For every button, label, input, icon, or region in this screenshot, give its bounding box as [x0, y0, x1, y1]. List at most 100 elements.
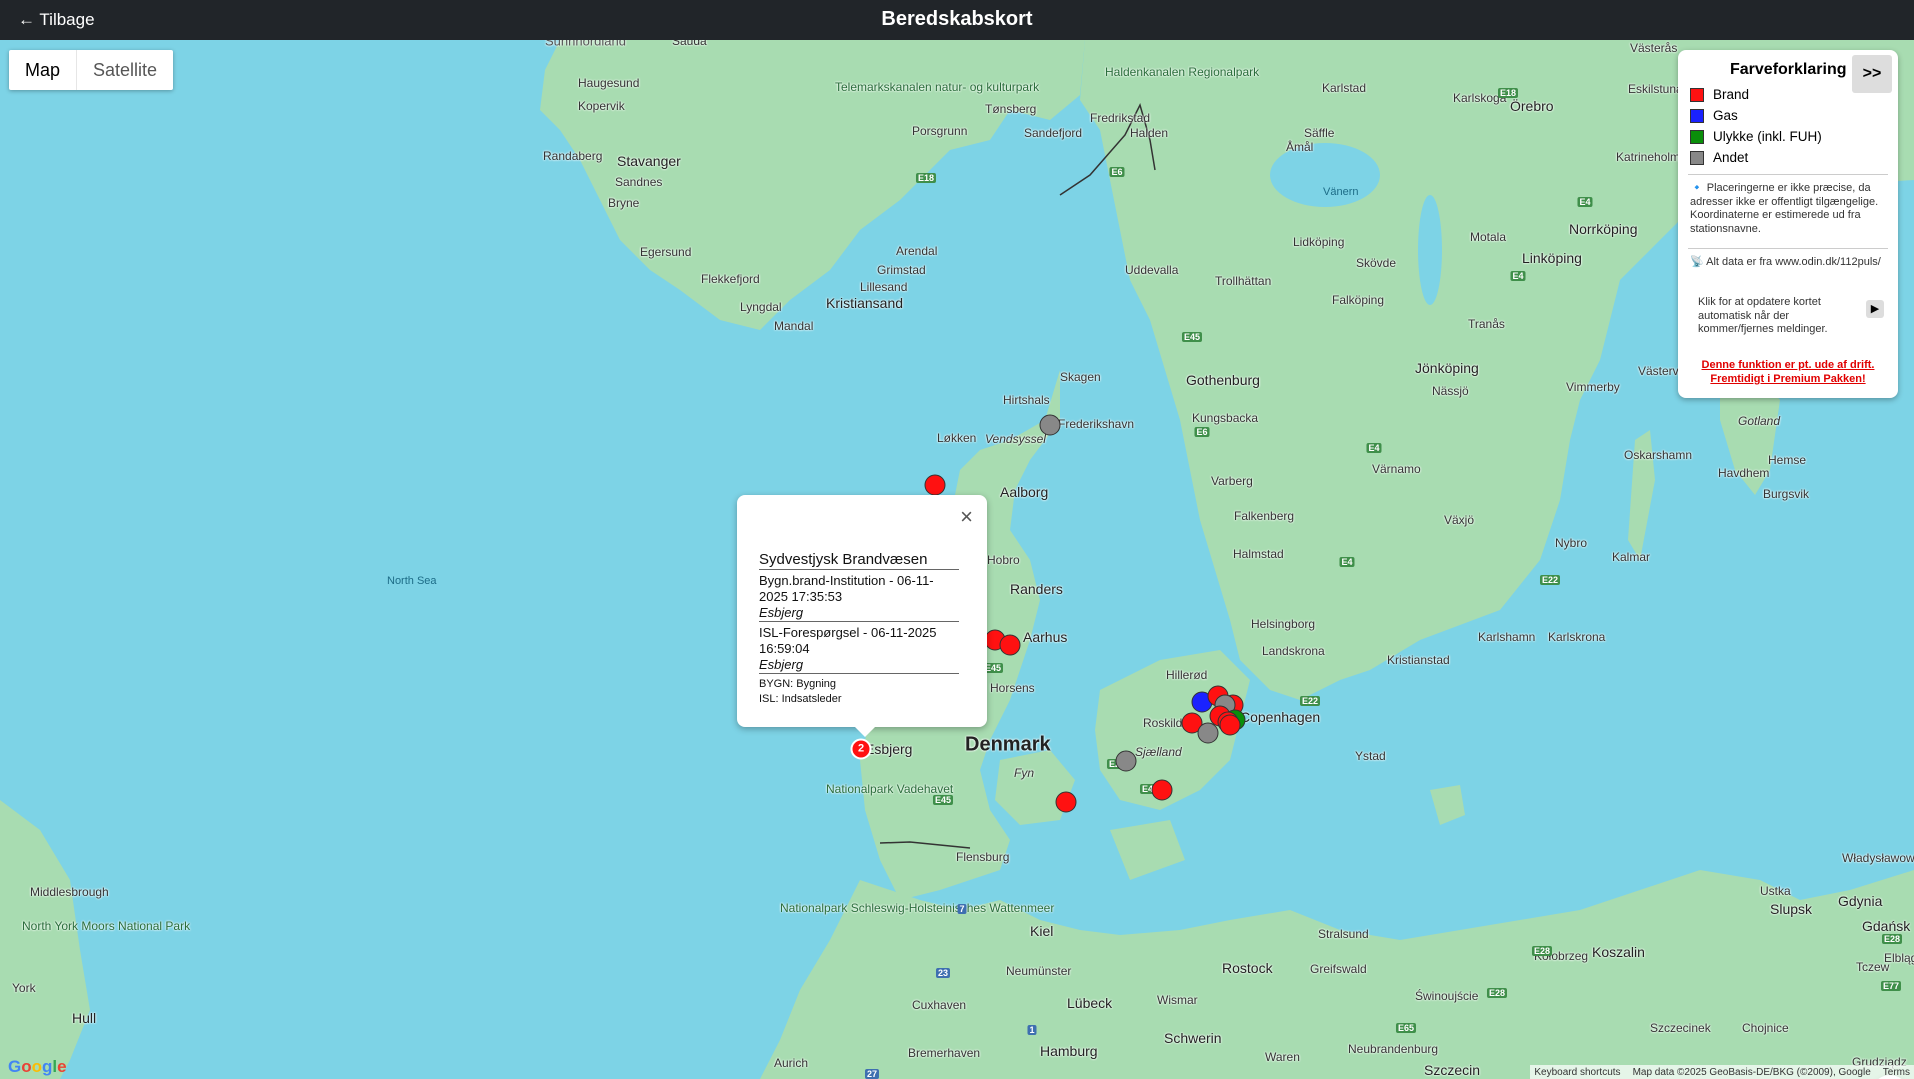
auto-refresh-text: Klik for at opdatere kortet automatisk n…	[1698, 296, 1828, 335]
place-label: Szczecinek	[1650, 1021, 1711, 1035]
popup-station-title: Sydvestjysk Brandvæsen	[759, 551, 959, 570]
place-label: Stralsund	[1318, 927, 1369, 941]
place-label: Fredrikstad	[1090, 111, 1151, 125]
cluster-badge[interactable]: 2	[850, 738, 872, 760]
incident-marker-andet[interactable]	[1197, 722, 1219, 744]
place-label: Flekkefjord	[701, 272, 760, 286]
legend-item-brand: Brand	[1690, 84, 1822, 105]
road-shield: E4	[1510, 271, 1526, 281]
premium-notice: Denne funktion er pt. ude af drift. Frem…	[1701, 359, 1875, 385]
place-label: Landskrona	[1262, 644, 1325, 658]
legend-source-note: 📡 Alt data er fra www.odin.dk/112puls/	[1690, 256, 1881, 268]
keyboard-shortcuts-link[interactable]: Keyboard shortcuts	[1534, 1067, 1620, 1078]
place-label: Varberg	[1211, 474, 1253, 488]
popup-code: BYGN: Bygning	[759, 678, 837, 690]
place-label: Värnamo	[1372, 462, 1421, 476]
place-label: Schwerin	[1164, 1030, 1222, 1046]
place-label: Sauda	[672, 40, 707, 48]
road-shield: E65	[1395, 1023, 1417, 1033]
legend-precision-note: 🔹 Placeringerne er ikke præcise, da adre…	[1690, 182, 1879, 235]
place-label: Wismar	[1157, 993, 1198, 1007]
google-logo-g: G	[8, 1057, 22, 1076]
place-label: Mandal	[774, 319, 814, 333]
place-label: Falköping	[1332, 293, 1385, 307]
incident-marker-andet[interactable]	[1039, 414, 1061, 436]
place-label: Åmål	[1286, 140, 1314, 154]
place-label: Haugesund	[578, 76, 640, 90]
incident-marker-brand[interactable]	[1151, 779, 1173, 801]
place-label: Copenhagen	[1240, 709, 1321, 725]
place-label: Skagen	[1060, 370, 1101, 384]
auto-refresh-play-button[interactable]: ▶	[1866, 300, 1884, 318]
legend-title: Farveforklaring	[1730, 61, 1847, 78]
place-label: Sandefjord	[1024, 126, 1083, 140]
legend-swatch-green	[1690, 129, 1704, 144]
close-icon[interactable]: ×	[960, 506, 973, 528]
incident-marker-brand[interactable]	[1055, 791, 1077, 813]
place-label: Randers	[1010, 581, 1063, 597]
place-label: Skövde	[1356, 256, 1397, 270]
place-label: York	[12, 981, 36, 995]
place-label: Gdynia	[1838, 893, 1883, 909]
incident-marker-brand[interactable]	[1219, 714, 1241, 736]
place-label: Randaberg	[543, 149, 603, 163]
place-label: Aarhus	[1023, 629, 1068, 645]
incident-marker-brand[interactable]	[924, 474, 946, 496]
place-label: Hull	[72, 1010, 97, 1026]
popup-code: ISL: Indsatsleder	[759, 693, 842, 705]
legend-item-label: Gas	[1713, 108, 1738, 123]
place-label: Vänern	[1323, 186, 1359, 198]
place-label: Tønsberg	[985, 102, 1037, 116]
map-type-satellite-button[interactable]: Satellite	[77, 50, 173, 90]
place-label: Vendsyssel	[985, 432, 1046, 446]
terms-link[interactable]: Terms	[1883, 1067, 1910, 1078]
place-label: Sunnhordland	[545, 40, 626, 49]
popup-event-location: Esbjerg	[759, 657, 959, 674]
place-label: Porsgrunn	[912, 124, 968, 138]
place-label: Västerås	[1630, 41, 1678, 55]
google-logo: Google	[8, 1057, 67, 1076]
place-label: Vimmerby	[1566, 380, 1620, 394]
place-label: Nässjö	[1432, 384, 1469, 398]
place-label: Lyngdal	[740, 300, 782, 314]
place-label: Szczecin	[1424, 1062, 1481, 1078]
place-label: Świnoujście	[1415, 989, 1479, 1003]
legend-item-andet: Andet	[1690, 147, 1822, 168]
place-label: Trollhättan	[1215, 274, 1272, 288]
place-label: Gotland	[1738, 414, 1781, 428]
popup-event-text: Bygn.brand-Institution - 06-11-2025 17:3…	[759, 573, 934, 604]
place-label: Hemse	[1768, 453, 1807, 467]
place-label: Oskarshamn	[1624, 448, 1693, 462]
legend-items: Brand Gas Ulykke (inkl. FUH) Andet	[1690, 84, 1822, 168]
place-label: Kiel	[1030, 923, 1054, 939]
place-label: Lübeck	[1067, 995, 1113, 1011]
place-label: Frederikshavn	[1058, 417, 1135, 431]
place-label: Waren	[1265, 1050, 1300, 1064]
place-label: Neumünster	[1006, 964, 1072, 978]
incident-marker-brand[interactable]	[999, 634, 1021, 656]
place-label: Växjö	[1444, 513, 1475, 527]
place-label: Sjælland	[1135, 745, 1182, 759]
place-label: Helsingborg	[1251, 617, 1316, 631]
place-label: Sandnes	[615, 175, 663, 189]
map-type-map-button[interactable]: Map	[9, 50, 78, 90]
place-label: Kungsbacka	[1192, 411, 1259, 425]
road-shield: E22	[1299, 696, 1321, 706]
place-label: Burgsvik	[1763, 487, 1810, 501]
place-label: Katrineholm	[1616, 150, 1681, 164]
place-label: Greifswald	[1310, 962, 1367, 976]
place-label: Gothenburg	[1186, 372, 1260, 388]
road-shield: E18	[915, 173, 937, 183]
legend-toggle-button[interactable]: >>	[1852, 55, 1892, 93]
map-type-control: Map Satellite	[9, 50, 174, 90]
place-label: Bremerhaven	[908, 1046, 981, 1060]
incident-marker-andet[interactable]	[1115, 750, 1137, 772]
place-label: Esbjerg	[865, 741, 913, 757]
place-label: Grimstad	[877, 263, 926, 277]
road-shield: E28	[1531, 946, 1553, 956]
place-label: North York Moors National Park	[22, 919, 191, 933]
road-shield: 1	[1027, 1025, 1037, 1035]
place-label: Falkenberg	[1234, 509, 1295, 523]
place-label: Løkken	[937, 431, 977, 445]
map-attribution: Keyboard shortcuts Map data ©2025 GeoBas…	[1530, 1065, 1914, 1079]
